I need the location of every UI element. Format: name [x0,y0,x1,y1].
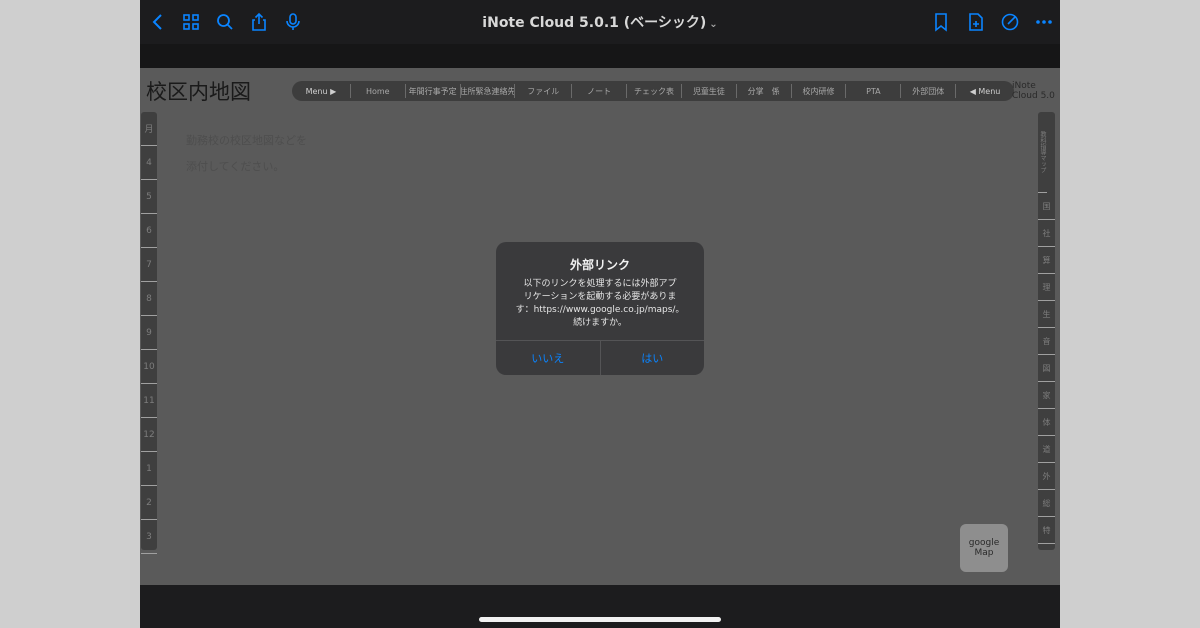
page-title: 校区内地図 [146,80,251,104]
top-toolbar: iNote Cloud 5.0.1 (ベーシック) ⌄ [140,0,1060,44]
body-line: 勤務校の校区地図などを [186,134,307,147]
month-tab-column: 月 4 5 6 7 8 9 10 11 12 1 2 3 [141,112,157,554]
month-tab[interactable]: 8 [141,282,157,316]
month-tab[interactable]: 9 [141,316,157,350]
alert-message-line: 続けますか。 [573,318,627,328]
month-tab[interactable]: 12 [141,418,157,452]
external-link-alert: 外部リンク 以下のリンクを処理するには外部アプ リケーションを起動する必要があり… [496,242,704,375]
month-tab[interactable]: 7 [141,248,157,282]
menu-item-duties[interactable]: 分掌 係 [737,84,792,98]
subject-tab[interactable]: 家 [1038,382,1055,409]
subject-tab[interactable]: 音 [1038,328,1055,355]
subject-tab[interactable]: 総 [1038,490,1055,517]
subject-tab-column: 教科指導マップ 国 社 算 理 生 音 図 家 体 道 外 総 特 [1038,112,1055,550]
google-map-label: google Map [968,538,1000,558]
month-tab[interactable]: 6 [141,214,157,248]
menu-item-menu-open[interactable]: Menu ▶ [292,84,351,98]
month-tab[interactable]: 月 [141,112,157,146]
month-tab[interactable]: 1 [141,452,157,486]
page-body-text: 勤務校の校区地図などを 添付してください。 [186,128,307,180]
body-line: 添付してください。 [186,160,285,173]
month-tab[interactable]: 11 [141,384,157,418]
add-page-icon[interactable] [964,10,988,34]
month-tab[interactable]: 2 [141,486,157,520]
confirm-button[interactable]: はい [599,341,705,375]
subject-tab[interactable]: 体 [1038,409,1055,436]
alert-buttons: いいえ はい [496,340,704,375]
google-map-button[interactable]: google Map [960,524,1008,572]
subject-tab[interactable]: 特 [1038,517,1055,544]
subject-tab[interactable]: 理 [1038,274,1055,301]
menu-item-notes[interactable]: ノート [572,84,628,98]
alert-message: 以下のリンクを処理するには外部アプ リケーションを起動する必要がありま す：ht… [506,278,694,330]
month-tab[interactable]: 3 [141,520,157,554]
month-tab[interactable]: 5 [141,180,157,214]
home-indicator[interactable] [479,617,721,622]
alert-title: 外部リンク [569,258,630,272]
menu-item-files[interactable]: ファイル [515,84,573,98]
more-icon[interactable] [1032,10,1056,34]
alert-message-line: リケーションを起動する必要がありま [523,292,677,302]
app-title[interactable]: iNote Cloud 5.0.1 (ベーシック) ⌄ [140,12,1060,32]
subject-tab[interactable]: 社 [1038,220,1055,247]
alert-message-line: す：https://www.google.co.jp/maps/。 [515,305,685,315]
menu-item-training[interactable]: 校内研修 [792,84,847,98]
menu-item-menu-close[interactable]: ◀ Menu [956,84,1014,98]
subject-tab[interactable]: 生 [1038,301,1055,328]
subject-tab[interactable]: 図 [1038,355,1055,382]
subject-tab[interactable]: 外 [1038,463,1055,490]
version-label: iNote Cloud 5.0 [1012,81,1055,101]
menu-item-checklist[interactable]: チェック表 [627,84,682,98]
subject-tab[interactable]: 算 [1038,247,1055,274]
alert-message-line: 以下のリンクを処理するには外部アプ [523,279,677,289]
toolbar-divider-bar [140,44,1060,68]
subject-tab[interactable]: 道 [1038,436,1055,463]
menu-item-pta[interactable]: PTA [846,84,902,98]
menu-item-external[interactable]: 外部団体 [901,84,957,98]
subject-map-tab[interactable]: 教科指導マップ [1038,112,1047,193]
app-title-text: iNote Cloud 5.0.1 (ベーシック) [482,15,707,31]
menu-item-home[interactable]: Home [351,84,406,98]
cancel-button[interactable]: いいえ [496,341,600,375]
bookmark-icon[interactable] [929,10,953,34]
menu-item-contacts[interactable]: 住所緊急連絡先 [461,84,516,98]
subject-tab[interactable]: 国 [1038,193,1055,220]
chevron-down-icon: ⌄ [709,19,718,30]
ipad-screen: iNote Cloud 5.0.1 (ベーシック) ⌄ 校区内地図 Menu ▶ … [140,0,1060,628]
compose-icon[interactable] [998,10,1022,34]
month-tab[interactable]: 4 [141,146,157,180]
month-tab[interactable]: 10 [141,350,157,384]
menu-item-students[interactable]: 児童生徒 [682,84,737,98]
page-menu-bar: Menu ▶ Home 年間行事予定 住所緊急連絡先 ファイル ノート チェック… [292,81,1014,101]
menu-item-annual-schedule[interactable]: 年間行事予定 [406,84,461,98]
